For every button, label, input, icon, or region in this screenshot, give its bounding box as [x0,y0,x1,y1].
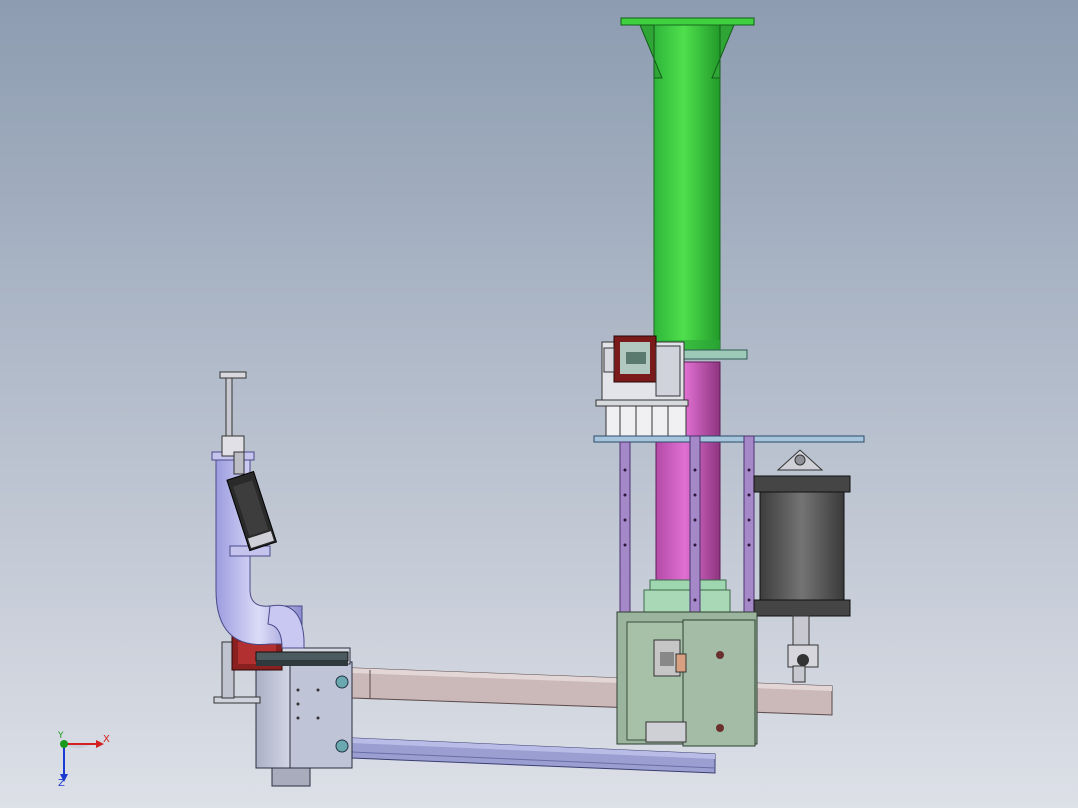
triad-z-label: Z [58,778,65,789]
bearing-housing[interactable] [595,335,689,437]
cad-viewport[interactable]: X Y Z [0,0,1078,808]
triad-y-axis [60,740,68,748]
base-bracket[interactable] [616,611,758,747]
triad-x-label: X [103,734,110,745]
triad-y-label: Y [58,731,64,741]
mounting-plate[interactable] [593,435,865,443]
